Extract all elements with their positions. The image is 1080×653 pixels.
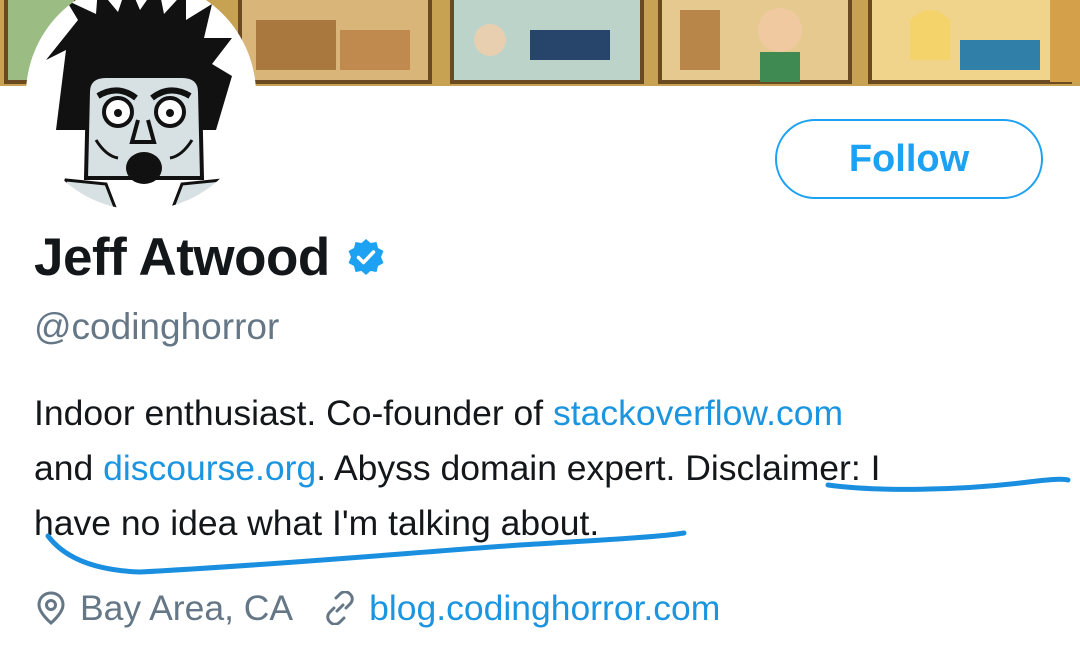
profile-name-row: Jeff Atwood: [34, 222, 386, 292]
bio-text: have no idea what I'm talking about.: [34, 503, 600, 543]
link-icon: [323, 591, 357, 625]
display-name: Jeff Atwood: [34, 227, 330, 287]
location-pin-icon: [36, 591, 66, 625]
bio-text: Indoor enthusiast. Co-founder of: [34, 393, 554, 433]
follow-button[interactable]: Follow: [775, 119, 1043, 199]
bio-text: and: [34, 448, 104, 488]
profile-meta: Bay Area, CA blog.codinghorror.com: [36, 580, 720, 636]
profile-bio: Indoor enthusiast. Co-founder of stackov…: [34, 386, 1074, 551]
bio-link-discourse[interactable]: discourse.org: [103, 448, 316, 488]
verified-badge-icon: [348, 239, 384, 275]
profile-handle: @codinghorror: [34, 306, 280, 347]
location-text: Bay Area, CA: [80, 587, 294, 628]
avatar[interactable]: [26, 0, 256, 210]
bio-link-stackoverflow[interactable]: stackoverflow.com: [553, 393, 843, 433]
website-link[interactable]: blog.codinghorror.com: [369, 588, 720, 629]
bio-text: . Abyss domain expert. Disclaimer: I: [316, 448, 881, 488]
